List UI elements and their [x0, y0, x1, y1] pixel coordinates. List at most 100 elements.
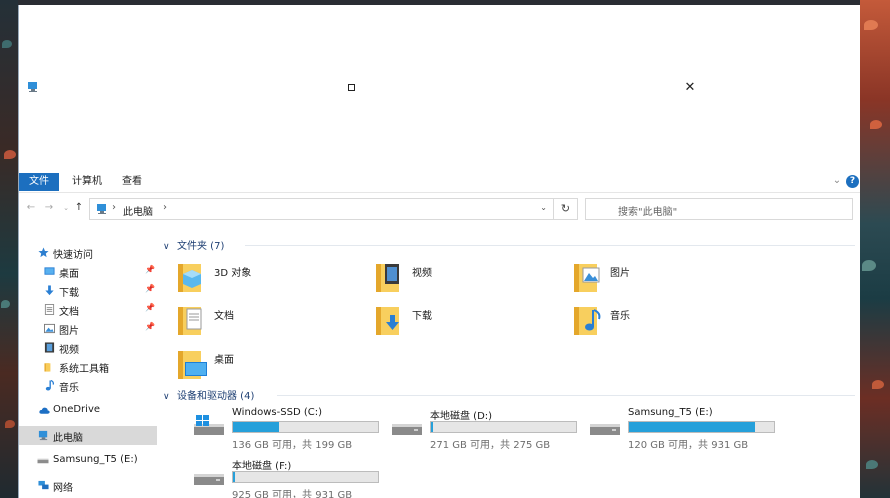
sidebar-item-label: 快速访问 [53, 250, 93, 261]
close-icon: ✕ [684, 80, 696, 95]
folder-documents[interactable]: 文档 [177, 301, 367, 341]
drive-e[interactable]: Samsung_T5 (E:) 120 GB 可用，共 931 GB [588, 407, 788, 451]
sidebar-item-videos[interactable]: 视频 [19, 338, 157, 357]
drive-f[interactable]: 本地磁盘 (F:) 925 GB 可用，共 931 GB [192, 457, 392, 498]
hard-drive-icon [590, 424, 620, 435]
folder-pictures[interactable]: 图片 [573, 258, 763, 298]
sidebar-item-label: 图片 [59, 326, 79, 337]
tab-computer[interactable]: 计算机 [67, 173, 107, 191]
navigation-pane: 快速访问 桌面 📌 下载 📌 文档 📌 图片 📌 视频 系统工具箱 音乐 One… [19, 223, 159, 498]
collapse-chevron-icon: ∨ [163, 392, 170, 402]
sidebar-item-label: OneDrive [53, 404, 101, 415]
documents-folder-icon [178, 307, 202, 335]
desktop-folder-icon [178, 351, 207, 379]
folder-videos[interactable]: 视频 [375, 258, 565, 298]
computer-icon [38, 430, 48, 441]
pictures-icon [44, 323, 55, 334]
sidebar-item-samsung-t5[interactable]: Samsung_T5 (E:) [19, 451, 157, 470]
breadcrumb-separator[interactable]: › [163, 202, 167, 213]
sidebar-item-label: 网络 [53, 483, 73, 494]
pin-icon: 📌 [145, 265, 155, 274]
sidebar-item-label: 下载 [59, 288, 79, 299]
sidebar-item-label: 音乐 [59, 383, 79, 394]
sidebar-item-documents[interactable]: 文档 📌 [19, 300, 157, 319]
help-icon[interactable]: ? [846, 175, 859, 188]
close-button[interactable]: ✕ [683, 81, 697, 95]
folder-music[interactable]: 音乐 [573, 301, 763, 341]
address-dropdown-icon[interactable]: ⌄ [540, 203, 547, 212]
sidebar-item-music[interactable]: 音乐 [19, 376, 157, 395]
folder-label: 3D 对象 [214, 268, 252, 279]
tab-view[interactable]: 查看 [116, 173, 148, 191]
drive-usage-fill [233, 472, 235, 482]
download-icon [45, 285, 54, 296]
network-icon [38, 480, 49, 490]
sidebar-item-label: 文档 [59, 307, 79, 318]
sidebar-item-this-pc[interactable]: 此电脑 [19, 426, 157, 445]
desktop-wallpaper-right [860, 0, 890, 498]
sidebar-item-onedrive[interactable]: OneDrive [19, 401, 157, 420]
folder-label: 下载 [412, 311, 432, 322]
forward-button[interactable]: → [43, 201, 55, 215]
title-bar[interactable]: ✕ [19, 5, 860, 173]
drive-name: Samsung_T5 (E:) [628, 407, 713, 418]
windows-drive-icon [194, 415, 224, 435]
back-button[interactable]: ← [25, 201, 37, 215]
folder-3d-objects[interactable]: 3D 对象 [177, 258, 367, 298]
address-bar[interactable]: › 此电脑 › ⌄ [89, 198, 554, 220]
drive-name: 本地磁盘 (F:) [232, 461, 292, 472]
folder-label: 视频 [412, 268, 432, 279]
group-divider [277, 395, 855, 396]
breadcrumb-this-pc[interactable]: 此电脑 [123, 203, 153, 218]
drive-d[interactable]: 本地磁盘 (D:) 271 GB 可用，共 275 GB [390, 407, 590, 451]
tab-file[interactable]: 文件 [19, 173, 59, 191]
sidebar-item-system-toolbox[interactable]: 系统工具箱 [19, 357, 157, 376]
refresh-button[interactable]: ↻ [554, 198, 578, 220]
sidebar-item-pictures[interactable]: 图片 📌 [19, 319, 157, 338]
drive-usage-fill [431, 422, 434, 432]
drive-name: 本地磁盘 (D:) [430, 411, 493, 422]
folders-group-header[interactable]: ∨ 文件夹 (7) [163, 237, 224, 253]
drive-name: Windows-SSD (C:) [232, 407, 322, 418]
pin-icon: 📌 [145, 322, 155, 331]
search-input[interactable]: 搜索"此电脑" [585, 198, 853, 220]
drive-c[interactable]: Windows-SSD (C:) 136 GB 可用，共 199 GB [192, 407, 392, 451]
ribbon-tabs: 文件 计算机 查看 ⌄ ? [19, 173, 860, 191]
drive-space-text: 136 GB 可用，共 199 GB [232, 440, 353, 451]
sidebar-item-network[interactable]: 网络 [19, 476, 157, 495]
drive-space-text: 120 GB 可用，共 931 GB [628, 440, 749, 451]
recent-locations-button[interactable]: ⌄ [60, 201, 72, 215]
folder-label: 图片 [610, 268, 630, 279]
hard-drive-icon [392, 424, 422, 435]
pictures-folder-icon [574, 264, 600, 292]
collapse-chevron-icon: ∨ [163, 242, 170, 252]
star-icon [38, 247, 49, 258]
navigation-bar: ← → ⌄ ↑ › 此电脑 › ⌄ ↻ 搜索"此电脑" [19, 192, 860, 222]
maximize-button[interactable] [347, 83, 357, 93]
folder-desktop[interactable]: 桌面 [177, 345, 367, 385]
drive-usage-fill [233, 422, 279, 432]
drive-usage-bar [628, 421, 775, 433]
folder-downloads[interactable]: 下载 [375, 301, 565, 341]
drive-usage-bar [232, 471, 379, 483]
pin-icon: 📌 [145, 303, 155, 312]
music-icon [45, 380, 55, 391]
sidebar-item-quick-access[interactable]: 快速访问 [19, 243, 157, 262]
search-placeholder: 搜索"此电脑" [618, 207, 678, 218]
up-button[interactable]: ↑ [73, 201, 85, 215]
ribbon-expand-chevron-icon[interactable]: ⌄ [831, 175, 843, 187]
music-folder-icon [574, 307, 601, 335]
sidebar-item-downloads[interactable]: 下载 📌 [19, 281, 157, 300]
drive-usage-fill [629, 422, 756, 432]
drive-space-text: 925 GB 可用，共 931 GB [232, 490, 353, 498]
sidebar-item-label: 系统工具箱 [59, 364, 109, 375]
drives-group-header[interactable]: ∨ 设备和驱动器 (4) [163, 387, 254, 403]
breadcrumb-separator: › [112, 202, 116, 213]
hard-drive-icon [194, 474, 224, 485]
sidebar-item-desktop[interactable]: 桌面 📌 [19, 262, 157, 281]
desktop-icon [44, 267, 55, 275]
document-icon [44, 304, 55, 315]
file-explorer-window: ✕ 文件 计算机 查看 ⌄ ? ← → ⌄ ↑ › 此电脑 › ⌄ ↻ 搜索"此… [18, 5, 860, 498]
video-icon [44, 342, 55, 353]
usb-drive-icon [37, 458, 49, 464]
